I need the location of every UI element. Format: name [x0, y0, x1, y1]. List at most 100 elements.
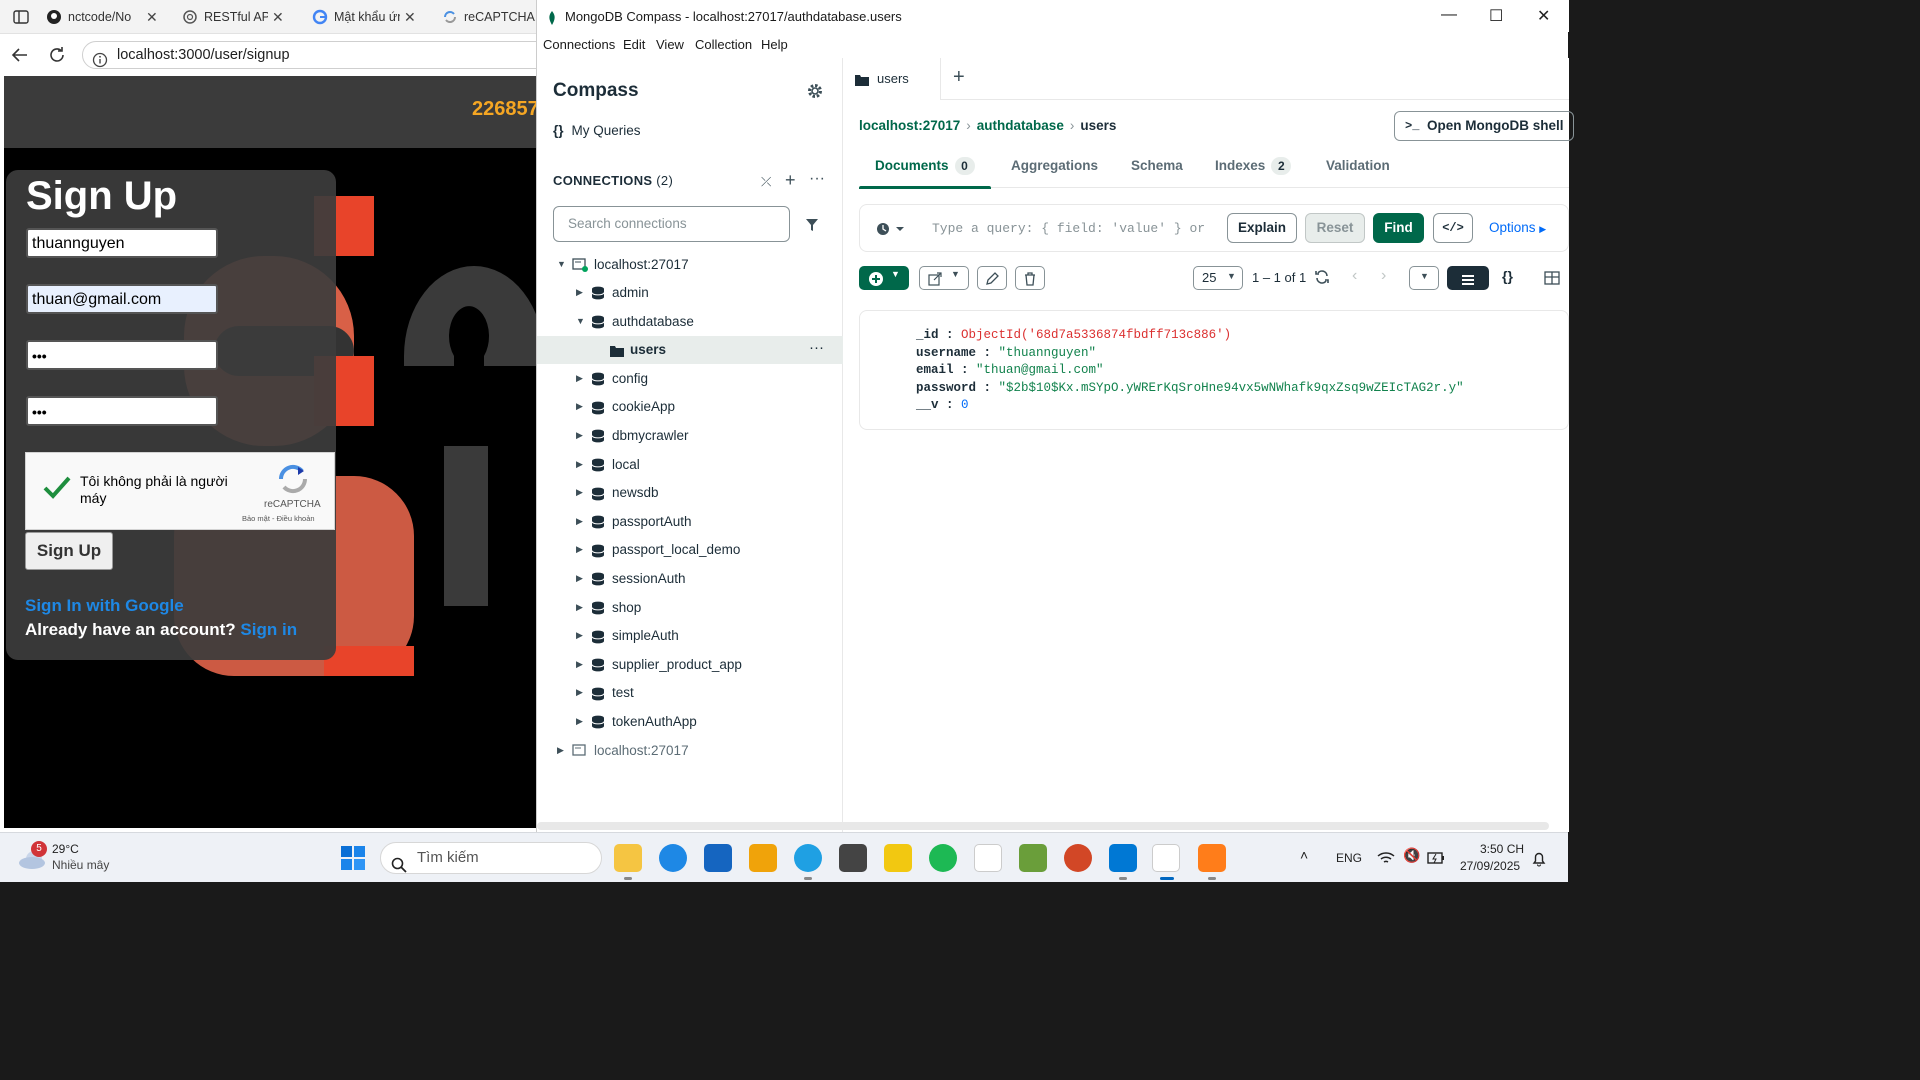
spotify-icon[interactable] [929, 844, 957, 872]
chevron-right-icon[interactable]: ▶ [576, 430, 583, 441]
next-page-icon[interactable]: › [1381, 267, 1386, 285]
taskbar-search-input[interactable]: Tìm kiếm [380, 842, 602, 874]
menu-collection[interactable]: Collection [695, 37, 752, 52]
horizontal-scrollbar[interactable] [537, 822, 1549, 830]
database-item[interactable]: ▶ supplier_product_app [537, 651, 843, 679]
menu-edit[interactable]: Edit [623, 37, 645, 52]
chevron-right-icon[interactable]: ▶ [576, 287, 583, 298]
checkmark-icon[interactable] [42, 475, 72, 501]
clock-date[interactable]: 27/09/2025 [1460, 859, 1520, 873]
more-options-icon[interactable]: ··· [809, 170, 825, 188]
edge-browser-icon[interactable] [794, 844, 822, 872]
database-item[interactable]: ▶ simpleAuth [537, 622, 843, 650]
signin-link[interactable]: Sign in [240, 620, 297, 639]
chevron-right-icon[interactable]: ▶ [557, 745, 564, 756]
gear-icon[interactable] [807, 82, 823, 100]
add-data-button[interactable]: ▼ [859, 266, 909, 290]
site-info-icon[interactable] [92, 47, 108, 73]
clock-time[interactable]: 3:50 CH [1480, 842, 1524, 856]
my-queries-item[interactable]: {} My Queries [553, 123, 641, 138]
chevron-right-icon[interactable]: ▶ [576, 716, 583, 727]
chevron-right-icon[interactable]: ▶ [576, 544, 583, 555]
chevron-down-icon[interactable]: ▼ [557, 259, 566, 269]
chevron-up-icon[interactable]: ˄ [1300, 847, 1308, 863]
database-item[interactable]: ▶ admin [537, 279, 843, 307]
chevron-right-icon[interactable]: ▶ [576, 373, 583, 384]
json-view-icon[interactable]: {} [1502, 268, 1513, 284]
vscode-icon[interactable] [1109, 844, 1137, 872]
page-size-select[interactable]: 25 ▼ [1193, 266, 1243, 290]
weather-widget[interactable]: 5 29°C Nhiều mây [18, 841, 109, 872]
chevron-right-icon[interactable]: ▶ [576, 516, 583, 527]
database-item[interactable]: ▶ sessionAuth [537, 565, 843, 593]
connection-item[interactable]: ▼ localhost:27017 [537, 251, 843, 279]
password-input[interactable]: ••• [26, 340, 218, 370]
database-item[interactable]: ▶ config [537, 365, 843, 393]
tab-actions-icon[interactable] [12, 8, 30, 26]
database-item[interactable]: ▶ tokenAuthApp [537, 708, 843, 736]
chevron-right-icon[interactable]: ▶ [576, 573, 583, 584]
database-item[interactable]: ▶ passport_local_demo [537, 536, 843, 564]
browser-tab[interactable]: Mật khẩu ứn ✕ [312, 4, 434, 30]
close-icon[interactable]: ✕ [146, 9, 158, 26]
find-button[interactable]: Find [1373, 213, 1424, 243]
database-item[interactable]: ▶ local [537, 451, 843, 479]
close-icon[interactable]: ✕ [272, 9, 284, 26]
open-shell-button[interactable]: >_ Open MongoDB shell [1394, 111, 1574, 141]
database-item[interactable]: ▶ passportAuth [537, 508, 843, 536]
add-tab-icon[interactable]: + [953, 66, 965, 89]
volume-muted-icon[interactable]: 🔇 [1403, 847, 1420, 864]
chevron-right-icon[interactable]: ▶ [576, 401, 583, 412]
recaptcha-links[interactable]: Bảo mật - Điều khoản [242, 514, 315, 523]
menu-connections[interactable]: Connections [543, 37, 615, 52]
prev-page-icon[interactable]: ‹ [1352, 267, 1357, 285]
menu-help[interactable]: Help [761, 37, 788, 52]
email-input[interactable]: thuan@gmail.com [26, 284, 218, 314]
breadcrumb-db[interactable]: authdatabase [977, 118, 1064, 133]
battery-icon[interactable] [1427, 849, 1445, 867]
notification-bell-icon[interactable] [1531, 850, 1547, 868]
chevron-right-icon[interactable]: ▶ [576, 659, 583, 670]
powerpoint-icon[interactable] [1064, 844, 1092, 872]
explain-button[interactable]: Explain [1227, 213, 1297, 243]
document-card[interactable]: _id : ObjectId('68d7a5336874fbdff713c886… [859, 310, 1569, 430]
microsoft-store-icon[interactable] [749, 844, 777, 872]
windows-start-icon[interactable] [340, 845, 366, 871]
file-explorer-icon[interactable] [614, 844, 642, 872]
browser-tab[interactable]: RESTful API ✕ [182, 4, 306, 30]
tab-schema[interactable]: Schema [1131, 152, 1183, 188]
tab-validation[interactable]: Validation [1326, 152, 1390, 188]
browser-tab[interactable]: nctcode/No ✕ [46, 4, 174, 30]
confirm-password-input[interactable]: ••• [26, 396, 218, 426]
google-signin-link[interactable]: Sign In with Google [25, 596, 184, 616]
foxit-reader-icon[interactable] [1198, 844, 1226, 872]
filter-icon[interactable] [805, 216, 819, 234]
unity-icon[interactable] [839, 844, 867, 872]
back-icon[interactable] [10, 45, 30, 65]
collection-item-users[interactable]: users ··· [537, 336, 843, 365]
minecraft-icon[interactable] [1019, 844, 1047, 872]
refresh-icon[interactable] [1313, 268, 1331, 286]
database-item[interactable]: ▶ newsdb [537, 479, 843, 507]
chevron-right-icon[interactable]: ▶ [576, 459, 583, 470]
collapse-all-icon[interactable]: ⤫ [761, 174, 771, 190]
chevron-down-icon[interactable]: ▼ [576, 316, 585, 326]
database-item[interactable]: ▶ dbmycrawler [537, 422, 843, 450]
database-item[interactable]: ▶ cookieApp [537, 393, 843, 421]
url-input[interactable]: localhost:3000/user/signup [82, 41, 552, 69]
mongodb-icon[interactable] [974, 844, 1002, 872]
azure-data-studio-icon[interactable] [704, 844, 732, 872]
query-input[interactable]: Type a query: { field: 'value' } or [932, 221, 1205, 236]
more-options-icon[interactable]: ··· [809, 339, 824, 356]
delete-button[interactable] [1015, 266, 1045, 290]
history-clock-icon[interactable] [876, 220, 906, 238]
options-toggle[interactable]: Options ▶ [1489, 220, 1546, 235]
username-input[interactable]: thuannguyen [26, 228, 218, 258]
close-icon[interactable]: ✕ [1537, 6, 1550, 26]
teamviewer-icon[interactable] [659, 844, 687, 872]
menu-view[interactable]: View [656, 37, 684, 52]
export-button[interactable]: ▼ [919, 266, 969, 290]
reload-icon[interactable] [47, 45, 67, 65]
browser-tab[interactable]: reCAPTCHA [442, 4, 538, 30]
add-connection-icon[interactable]: + [785, 170, 796, 191]
